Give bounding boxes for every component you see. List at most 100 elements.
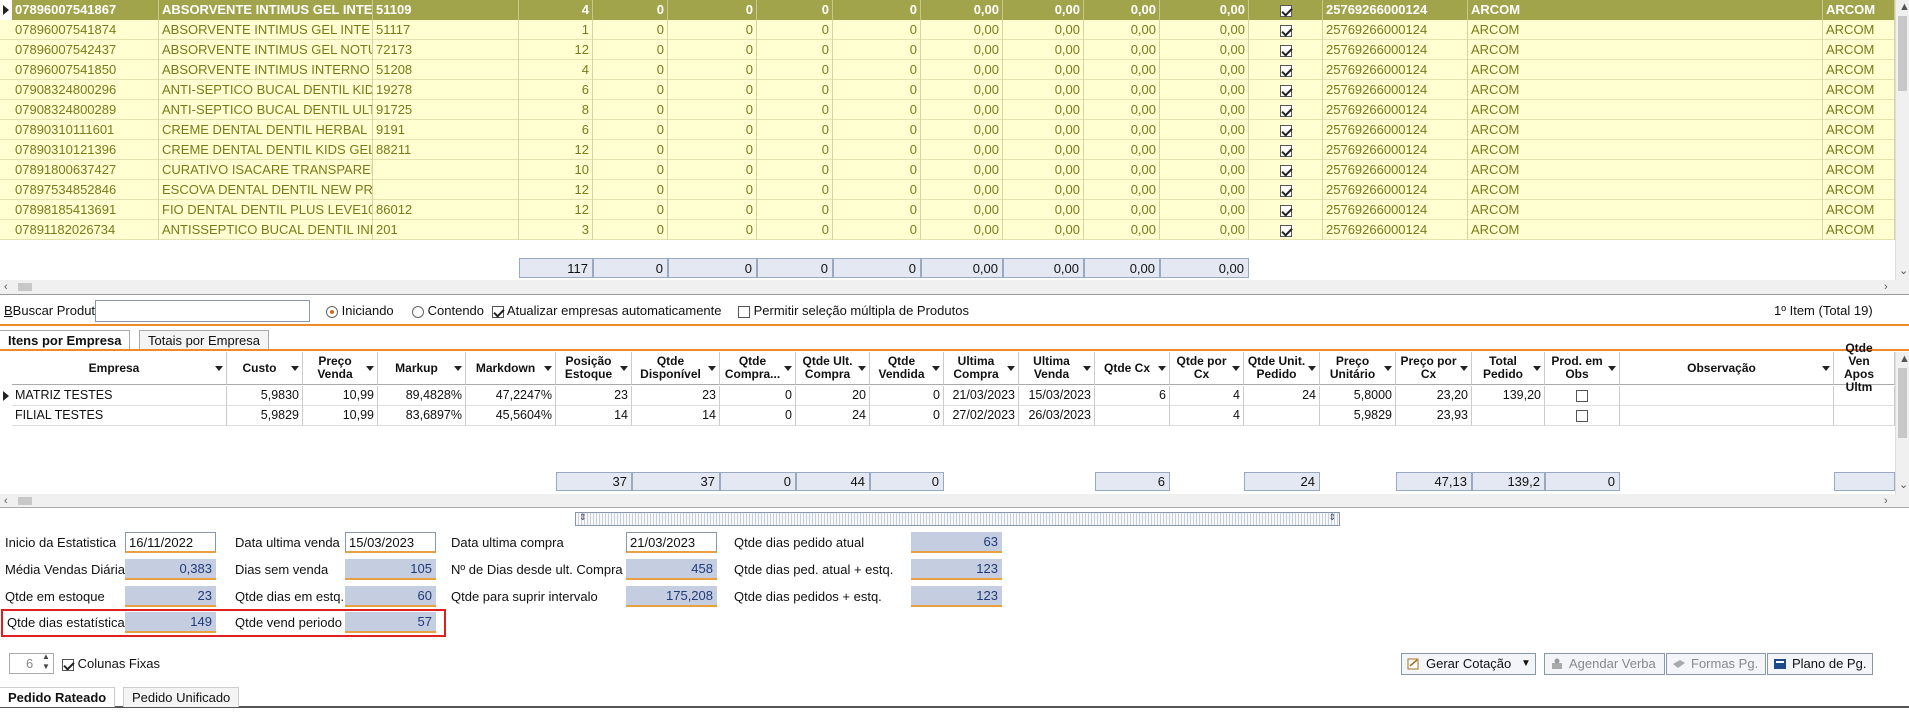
company-vscroll[interactable]: ▲ ⌄ <box>1895 352 1909 494</box>
radio-contendo[interactable]: Contendo <box>412 303 484 318</box>
column-header[interactable]: Ultima Venda <box>1019 352 1095 385</box>
checkbox-empty-icon[interactable] <box>1576 389 1588 402</box>
product-cell-checked[interactable] <box>1249 20 1323 40</box>
tab-itens-por-empresa[interactable]: Itens por Empresa <box>0 330 131 350</box>
product-row[interactable]: 07908324800296 ANTI-SEPTICO BUCAL DENTIL … <box>0 80 1895 100</box>
colunas-fixas-checkbox[interactable]: Colunas Fixas <box>62 656 160 671</box>
dropdown-arrow-icon[interactable] <box>1232 366 1240 371</box>
search-input[interactable] <box>95 300 310 322</box>
column-header[interactable]: Custo <box>227 352 303 385</box>
formas-pg-button[interactable]: Formas Pg. <box>1666 653 1766 675</box>
dropdown-arrow-icon[interactable] <box>1158 366 1166 371</box>
tab-pedido-unificado[interactable]: Pedido Unificado <box>123 687 240 707</box>
product-row[interactable]: 07898185413691 FIO DENTAL DENTIL PLUS LEV… <box>0 200 1895 220</box>
dropdown-arrow-icon[interactable] <box>1083 366 1091 371</box>
column-header[interactable]: Observação <box>1620 352 1834 385</box>
product-hscroll[interactable]: ‹ › <box>0 280 1909 294</box>
checkbox-checked-icon[interactable] <box>492 305 504 318</box>
column-header[interactable]: Posição Estoque <box>556 352 632 385</box>
product-row[interactable]: 07891800637427 CURATIVO ISACARE TRANSPARE… <box>0 160 1895 180</box>
product-vscroll[interactable]: ▲ ⌄ <box>1895 0 1909 280</box>
spinner-value[interactable]: 6 <box>26 656 33 671</box>
product-row[interactable]: 07896007542437 ABSORVENTE INTIMUS GEL NOT… <box>0 40 1895 60</box>
radio-iniciando[interactable]: Iniciando <box>326 303 394 318</box>
dropdown-arrow-icon[interactable] <box>1007 366 1015 371</box>
dropdown-arrow-icon[interactable] <box>215 366 223 371</box>
splitter-handle[interactable]: ⇕ ⇕ <box>575 512 1340 526</box>
checkbox-checked-icon[interactable] <box>1279 104 1292 117</box>
column-header[interactable]: Qtde Vendida <box>870 352 944 385</box>
scroll-up-icon[interactable]: ▲ <box>1899 352 1909 366</box>
dropdown-arrow-icon[interactable] <box>1822 366 1830 371</box>
checkbox-checked-icon[interactable] <box>62 658 74 671</box>
dropdown-arrow-icon[interactable] <box>784 366 792 371</box>
product-cell-checked[interactable] <box>1249 80 1323 100</box>
column-header[interactable]: Preço Venda <box>303 352 378 385</box>
product-cell-checked[interactable] <box>1249 60 1323 80</box>
scroll-right-icon[interactable]: › <box>1884 280 1888 294</box>
column-header[interactable]: Qtde Ven Apos Ultm <box>1834 342 1895 394</box>
company-cell[interactable] <box>1545 406 1620 426</box>
multi-select-checkbox[interactable]: Permitir seleção múltipla de Produtos <box>738 303 969 318</box>
scroll-down-icon[interactable]: ⌄ <box>1899 264 1908 278</box>
agendar-verba-button[interactable]: Agendar Verba <box>1544 653 1665 675</box>
company-hscroll-thumb[interactable] <box>18 497 32 505</box>
auto-update-checkbox[interactable]: Atualizar empresas automaticamente <box>492 303 722 318</box>
checkbox-checked-icon[interactable] <box>1279 84 1292 97</box>
scroll-down-icon[interactable]: ⌄ <box>1899 478 1908 492</box>
inicio-field[interactable]: 16/11/2022 <box>125 532 216 553</box>
ult-venda-field[interactable]: 15/03/2023 <box>345 532 436 553</box>
product-hscroll-thumb[interactable] <box>18 283 32 291</box>
dropdown-arrow-icon[interactable] <box>454 366 462 371</box>
dropdown-arrow-icon[interactable] <box>1460 366 1468 371</box>
column-header[interactable]: Qtde Unit. Pedido <box>1244 352 1320 385</box>
product-row[interactable]: 07897534852846 ESCOVA DENTAL DENTIL NEW P… <box>0 180 1895 200</box>
dropdown-arrow-icon[interactable] <box>366 366 374 371</box>
product-cell-checked[interactable] <box>1249 140 1323 160</box>
column-header[interactable]: Qtde Cx <box>1095 352 1170 385</box>
dropdown-arrow-icon[interactable] <box>1533 366 1541 371</box>
checkbox-checked-icon[interactable] <box>1279 204 1292 217</box>
scroll-left-icon[interactable]: ‹ <box>4 280 8 294</box>
column-header[interactable]: Preço Unitário <box>1320 352 1396 385</box>
column-header[interactable]: Ultima Compra <box>944 352 1019 385</box>
dropdown-arrow-icon[interactable] <box>708 366 716 371</box>
dropdown-arrow-icon[interactable] <box>1308 366 1316 371</box>
product-row[interactable]: 07896007541850 ABSORVENTE INTIMUS INTERNO… <box>0 60 1895 80</box>
radio-on-icon[interactable] <box>326 305 338 318</box>
column-header[interactable]: Markdown <box>466 352 556 385</box>
company-hscroll[interactable]: ‹ › <box>0 494 1909 508</box>
checkbox-checked-icon[interactable] <box>1279 184 1292 197</box>
column-header[interactable]: Qtde Disponível <box>632 352 720 385</box>
spinner-up-icon[interactable]: ▲ <box>42 652 50 661</box>
product-row[interactable]: 07891182026734 ANTISSEPTICO BUCAL DENTIL … <box>0 220 1895 240</box>
gerar-cotacao-button[interactable]: Gerar Cotação ▼ <box>1401 653 1536 675</box>
ult-compra-field[interactable]: 21/03/2023 <box>626 532 717 553</box>
column-header[interactable]: Qtde Compra... <box>720 352 796 385</box>
dropdown-arrow-icon[interactable] <box>932 366 940 371</box>
dropdown-arrow-icon[interactable] <box>858 366 866 371</box>
scroll-right-icon[interactable]: › <box>1884 494 1888 508</box>
dropdown-arrow-icon[interactable] <box>620 366 628 371</box>
dropdown-arrow-icon[interactable] <box>1608 366 1616 371</box>
product-cell-checked[interactable] <box>1249 40 1323 60</box>
checkbox-checked-icon[interactable] <box>1279 64 1292 77</box>
plano-pg-button[interactable]: Plano de Pg. <box>1767 653 1873 675</box>
product-cell-checked[interactable] <box>1249 100 1323 120</box>
product-cell-checked[interactable] <box>1249 0 1323 20</box>
product-row[interactable]: 07890310111601 CREME DENTAL DENTIL HERBAL… <box>0 120 1895 140</box>
product-cell-checked[interactable] <box>1249 180 1323 200</box>
column-header[interactable]: Markup <box>378 352 466 385</box>
checkbox-checked-icon[interactable] <box>1279 24 1292 37</box>
checkbox-checked-icon[interactable] <box>1279 124 1292 137</box>
fixed-columns-spinner[interactable]: 6 ▲ ▼ <box>9 652 54 674</box>
tab-pedido-rateado[interactable]: Pedido Rateado <box>0 687 116 707</box>
dropdown-arrow-icon[interactable] <box>291 366 299 371</box>
product-cell-checked[interactable] <box>1249 120 1323 140</box>
spinner-down-icon[interactable]: ▼ <box>42 662 50 671</box>
product-row[interactable]: 07896007541874 ABSORVENTE INTIMUS GEL INT… <box>0 20 1895 40</box>
checkbox-checked-icon[interactable] <box>1279 164 1292 177</box>
product-cell-checked[interactable] <box>1249 160 1323 180</box>
product-vscroll-thumb[interactable] <box>1898 16 1907 91</box>
column-header[interactable]: Qtde Ult. Compra <box>796 352 870 385</box>
